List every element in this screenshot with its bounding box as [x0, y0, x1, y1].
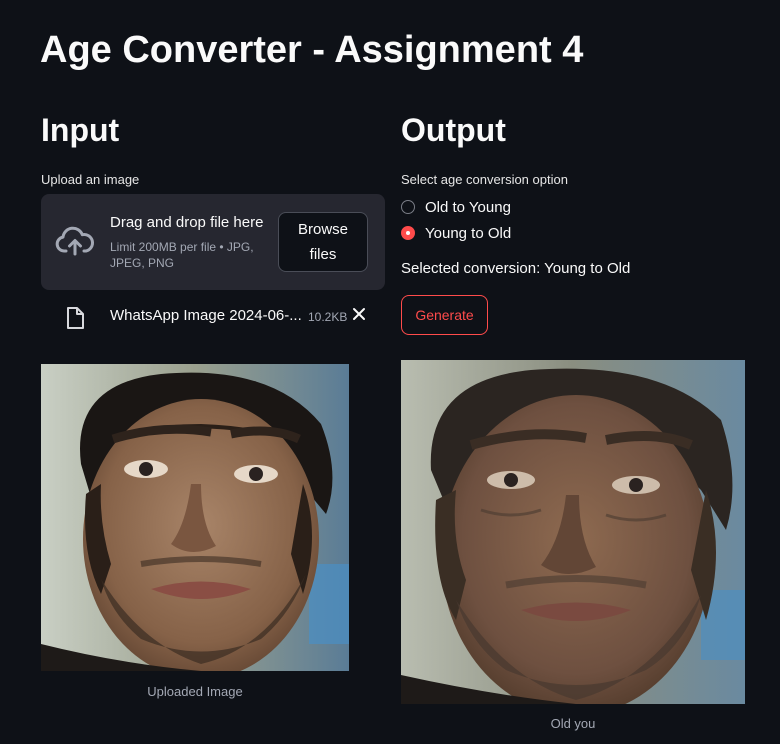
browse-files-label: Browse files: [297, 221, 349, 263]
browse-files-button[interactable]: Browse files: [278, 212, 368, 272]
output-image: [401, 360, 745, 704]
file-dropzone[interactable]: Drag and drop file here Limit 200MB per …: [41, 194, 385, 290]
input-heading: Input: [41, 112, 120, 148]
uploaded-image: [41, 364, 349, 671]
uploader-label: Upload an image: [41, 172, 140, 187]
dropzone-title: Drag and drop file here: [110, 214, 264, 231]
radio-option-label: Young to Old: [425, 224, 512, 242]
output-image-caption: Old you: [550, 716, 596, 731]
output-heading: Output: [401, 112, 506, 148]
radio-option-old-to-young[interactable]: Old to Young: [401, 194, 745, 220]
dropzone-limit-text: Limit 200MB per file • JPG, JPEG, PNG: [110, 240, 254, 270]
uploaded-image-caption: Uploaded Image: [147, 684, 243, 699]
uploaded-file-row: WhatsApp Image 2024-06-... 10.2KB: [41, 296, 385, 336]
radio-button-selected[interactable]: [401, 226, 415, 240]
radio-option-young-to-old[interactable]: Young to Old: [401, 220, 745, 246]
radio-group-label: Select age conversion option: [401, 172, 568, 187]
input-column: Input Upload an image Drag and drop file…: [41, 110, 385, 336]
file-name: WhatsApp Image 2024-06-...: [110, 307, 302, 324]
radio-button[interactable]: [401, 200, 415, 214]
age-option-radio-group: Old to Young Young to Old: [401, 194, 745, 246]
file-size: 10.2KB: [308, 310, 348, 324]
cloud-upload-icon: [55, 226, 94, 256]
selected-conversion-text: Selected conversion: Young to Old: [401, 260, 631, 277]
file-icon: [67, 307, 84, 329]
generate-button[interactable]: Generate: [401, 295, 488, 335]
close-icon[interactable]: [350, 305, 368, 323]
page-title: Age Converter - Assignment 4: [40, 29, 584, 71]
output-column: Output Select age conversion option Old …: [401, 110, 745, 335]
generate-label: Generate: [415, 307, 474, 323]
radio-option-label: Old to Young: [425, 198, 511, 216]
